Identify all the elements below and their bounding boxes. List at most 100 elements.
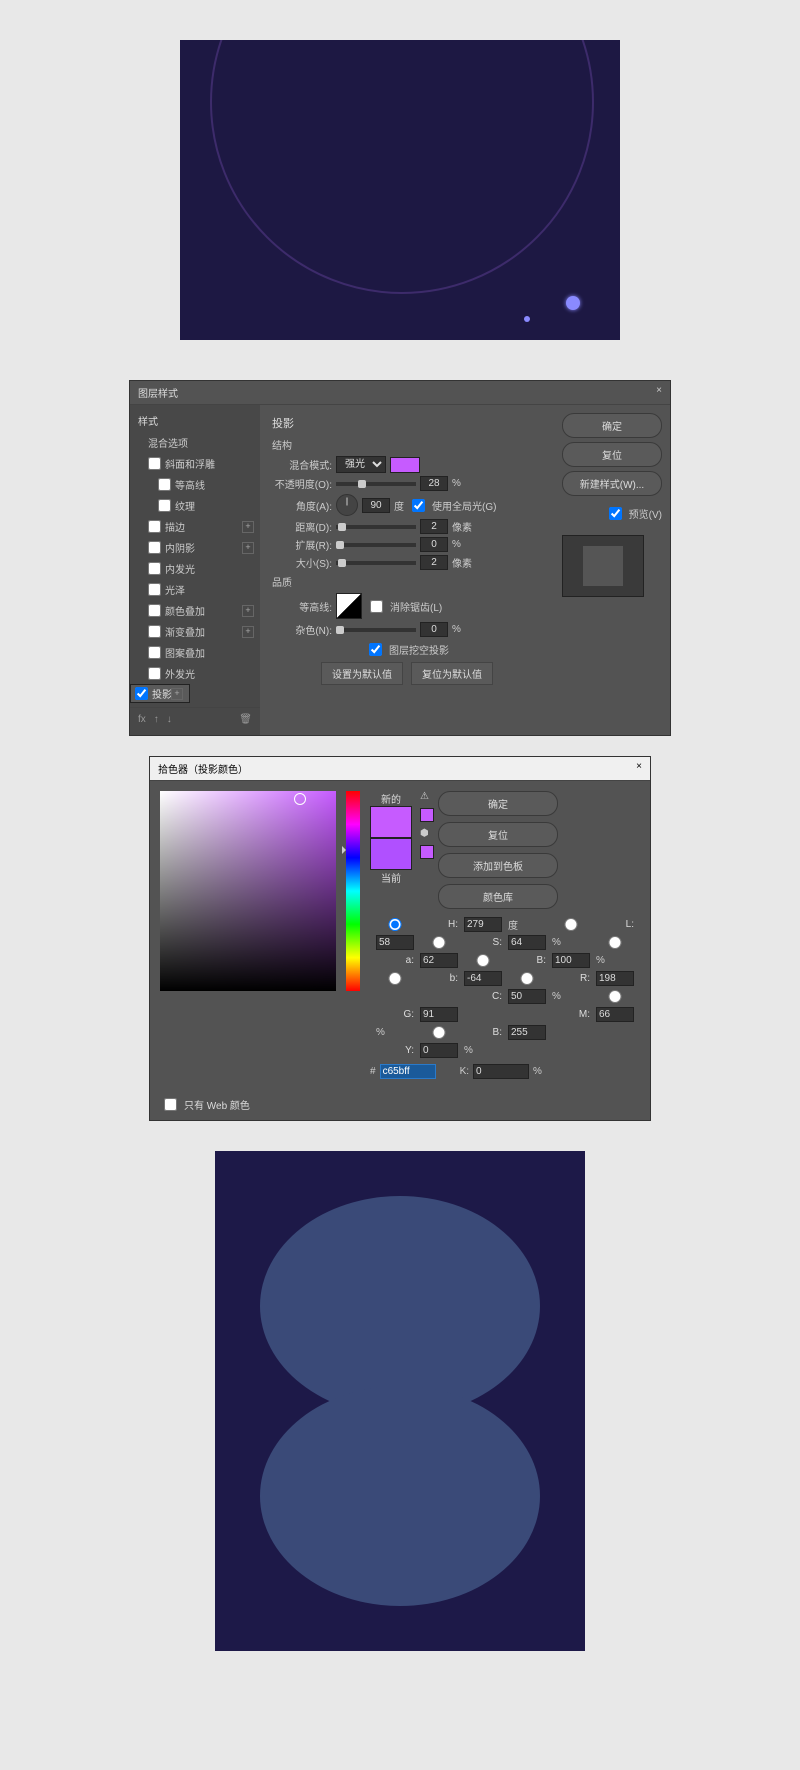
knockout-checkbox[interactable]: [369, 643, 382, 656]
color-field[interactable]: [160, 791, 336, 991]
distance-input[interactable]: [420, 519, 448, 534]
s-radio[interactable]: [420, 936, 458, 949]
ok-button[interactable]: 确定: [562, 413, 662, 438]
fx-texture[interactable]: 纹理: [130, 495, 260, 516]
checkbox[interactable]: [158, 478, 171, 491]
color-swatch[interactable]: [390, 457, 420, 473]
fx-label[interactable]: fx: [138, 714, 146, 725]
blend-options[interactable]: 混合选项: [130, 432, 260, 453]
size-slider[interactable]: [336, 561, 416, 565]
close-icon[interactable]: ×: [636, 761, 642, 776]
bb-input[interactable]: [508, 1025, 546, 1040]
add-icon[interactable]: +: [242, 542, 254, 554]
checkbox[interactable]: [148, 562, 161, 575]
h-input[interactable]: [464, 917, 502, 932]
size-input[interactable]: [420, 555, 448, 570]
r-radio[interactable]: [508, 972, 546, 985]
cube-icon[interactable]: ⬢: [420, 828, 434, 839]
titlebar[interactable]: 拾色器（投影颜色） ×: [150, 757, 650, 781]
bb-radio[interactable]: [420, 1026, 458, 1039]
l-radio[interactable]: [552, 918, 590, 931]
fx-gradient-overlay[interactable]: 渐变叠加+: [130, 621, 260, 642]
y-input[interactable]: [420, 1043, 458, 1058]
add-icon[interactable]: +: [242, 605, 254, 617]
fx-stroke[interactable]: 描边+: [130, 516, 260, 537]
checkbox[interactable]: [148, 667, 161, 680]
add-icon[interactable]: +: [171, 688, 183, 700]
a-input[interactable]: [420, 953, 458, 968]
fx-outer-glow[interactable]: 外发光: [130, 663, 260, 684]
r-input[interactable]: [596, 971, 634, 986]
checkbox[interactable]: [148, 583, 161, 596]
opacity-slider[interactable]: [336, 482, 416, 486]
warning-swatch[interactable]: [420, 808, 434, 822]
checkbox[interactable]: [158, 499, 171, 512]
fx-pattern-overlay[interactable]: 图案叠加: [130, 642, 260, 663]
fx-color-overlay[interactable]: 颜色叠加+: [130, 600, 260, 621]
arrow-up-icon[interactable]: ↑: [154, 714, 159, 725]
current-color-swatch[interactable]: [370, 838, 412, 870]
close-icon[interactable]: ×: [656, 385, 662, 400]
fx-inner-shadow[interactable]: 内阴影+: [130, 537, 260, 558]
h-radio[interactable]: [376, 918, 414, 931]
hue-slider[interactable]: [346, 791, 360, 991]
checkbox[interactable]: [148, 457, 161, 470]
spread-slider[interactable]: [336, 543, 416, 547]
g-input[interactable]: [420, 1007, 458, 1022]
fx-bevel[interactable]: 斜面和浮雕: [130, 453, 260, 474]
spread-input[interactable]: [420, 537, 448, 552]
checkbox[interactable]: [148, 520, 161, 533]
checkbox[interactable]: [148, 646, 161, 659]
contour-picker[interactable]: [336, 593, 362, 619]
blend-mode-select[interactable]: 强光: [336, 456, 386, 473]
s-input[interactable]: [508, 935, 546, 950]
m-input[interactable]: [596, 1007, 634, 1022]
opacity-input[interactable]: [420, 476, 448, 491]
sidebar-header[interactable]: 样式: [130, 409, 260, 432]
reset-default-button[interactable]: 复位为默认值: [411, 662, 493, 685]
fx-contour[interactable]: 等高线: [130, 474, 260, 495]
b-radio[interactable]: [464, 954, 502, 967]
preview-thumbnail: [562, 535, 644, 597]
noise-slider[interactable]: [336, 628, 416, 632]
checkbox[interactable]: [135, 687, 148, 700]
distance-slider[interactable]: [336, 525, 416, 529]
cube-swatch[interactable]: [420, 845, 434, 859]
color-library-button[interactable]: 颜色库: [438, 884, 558, 909]
angle-dial[interactable]: [336, 494, 358, 516]
antialias-checkbox[interactable]: [370, 600, 383, 613]
fx-satin[interactable]: 光泽: [130, 579, 260, 600]
l-input[interactable]: [376, 935, 414, 950]
b-input[interactable]: [552, 953, 590, 968]
add-icon[interactable]: +: [242, 521, 254, 533]
b2-input[interactable]: [464, 971, 502, 986]
angle-input[interactable]: [362, 498, 390, 513]
fx-inner-glow[interactable]: 内发光: [130, 558, 260, 579]
checkbox[interactable]: [148, 604, 161, 617]
add-swatch-button[interactable]: 添加到色板: [438, 853, 558, 878]
cancel-button[interactable]: 复位: [438, 822, 558, 847]
c-input[interactable]: [508, 989, 546, 1004]
a-radio[interactable]: [596, 936, 634, 949]
warning-icon[interactable]: ⚠: [420, 791, 434, 802]
new-style-button[interactable]: 新建样式(W)...: [562, 471, 662, 496]
preview-checkbox[interactable]: [609, 507, 622, 520]
web-only-checkbox[interactable]: [164, 1098, 177, 1111]
b2-radio[interactable]: [376, 972, 414, 985]
noise-input[interactable]: [420, 622, 448, 637]
ok-button[interactable]: 确定: [438, 791, 558, 816]
arrow-down-icon[interactable]: ↓: [167, 714, 172, 725]
titlebar[interactable]: 图层样式 ×: [130, 381, 670, 405]
g-radio[interactable]: [596, 990, 634, 1003]
hex-input[interactable]: [380, 1064, 436, 1079]
checkbox[interactable]: [148, 625, 161, 638]
cancel-button[interactable]: 复位: [562, 442, 662, 467]
trash-icon[interactable]: 🗑: [239, 714, 252, 725]
new-color-swatch[interactable]: [370, 806, 412, 838]
k-input[interactable]: [473, 1064, 529, 1079]
make-default-button[interactable]: 设置为默认值: [321, 662, 403, 685]
add-icon[interactable]: +: [242, 626, 254, 638]
checkbox[interactable]: [148, 541, 161, 554]
global-light-checkbox[interactable]: [412, 499, 425, 512]
fx-drop-shadow[interactable]: 投影+: [130, 684, 190, 703]
